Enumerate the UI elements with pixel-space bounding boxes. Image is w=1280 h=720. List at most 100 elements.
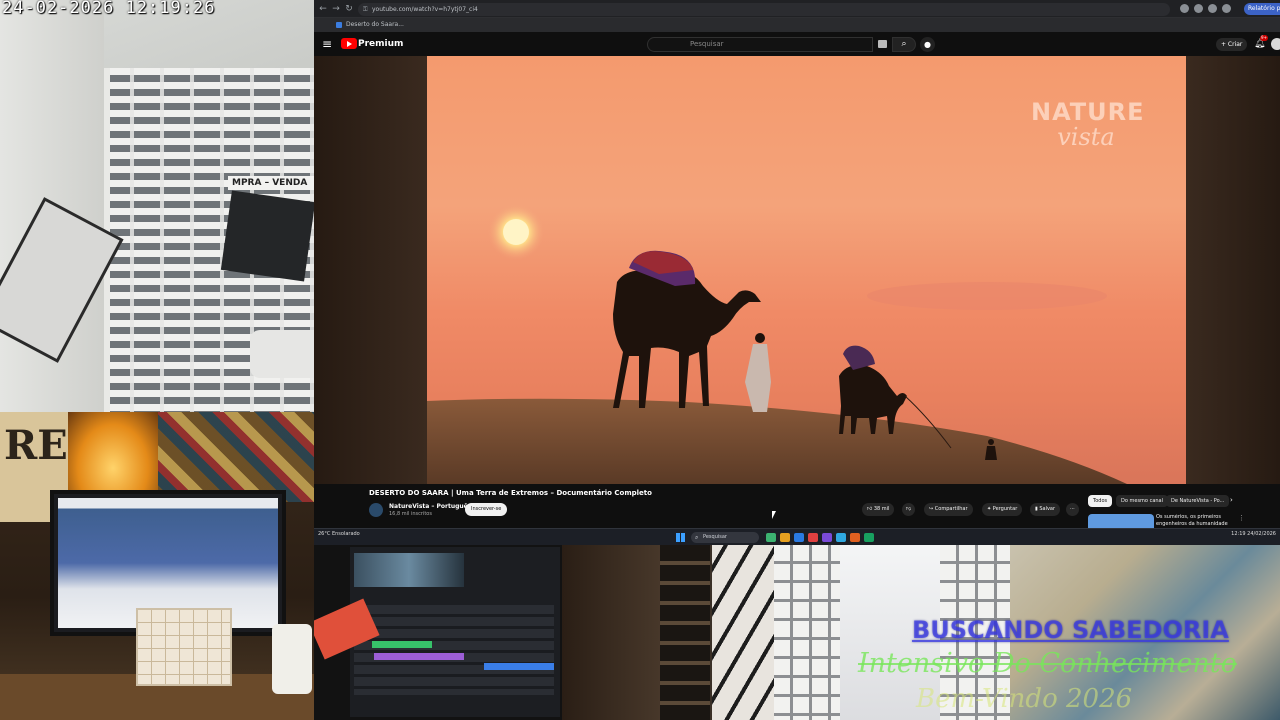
- taskbar-app-icon[interactable]: [766, 533, 776, 542]
- cctv-camera-feed: MPRA – VENDA 24-02-2026 12:19:26: [0, 0, 314, 412]
- search-icon[interactable]: ⌕: [892, 37, 916, 52]
- system-tray[interactable]: 12:19 24/02/2026: [1204, 531, 1276, 537]
- nature-vista-watermark: NATURE vista: [1031, 98, 1145, 151]
- screen-root: MPRA – VENDA 24-02-2026 12:19:26 REP ← →…: [0, 0, 1280, 720]
- extension-icon[interactable]: [1180, 4, 1189, 13]
- room-lamp: [68, 412, 158, 492]
- create-button[interactable]: + Criar: [1216, 38, 1248, 51]
- taskbar-app-icon[interactable]: [864, 533, 874, 542]
- mouse-cursor-icon: [772, 511, 776, 519]
- youtube-logo-icon[interactable]: [341, 38, 357, 49]
- youtube-header: ≡ Premium Pesquisar ⌕ ● + Criar 🔔︎ 9+: [314, 32, 1280, 56]
- profile-button[interactable]: Relatório pausado: [1244, 3, 1280, 15]
- video-player[interactable]: NATURE vista: [427, 56, 1186, 484]
- timeline-clip: [484, 663, 554, 670]
- subscribe-button[interactable]: Inscrever-se: [465, 503, 508, 516]
- hamburger-icon[interactable]: ≡: [322, 37, 332, 51]
- taskbar-app-icon[interactable]: [850, 533, 860, 542]
- editor-timeline: [354, 605, 554, 695]
- microphone-icon[interactable]: ●: [920, 37, 935, 52]
- watermark-line1: NATURE: [1031, 98, 1145, 126]
- chevron-right-icon[interactable]: ›: [1230, 496, 1233, 504]
- more-actions-button[interactable]: ···: [1066, 503, 1079, 516]
- cctv-sale-sign: MPRA – VENDA: [228, 176, 314, 190]
- player-ambient-left: [314, 56, 427, 484]
- studio-books: [660, 545, 710, 720]
- room-bottle: [272, 624, 312, 694]
- chip-naturevista[interactable]: De NatureVista - Po...: [1166, 495, 1230, 507]
- recommendation-thumbnail[interactable]: [1088, 514, 1154, 528]
- recommendation-title[interactable]: Os sumérios, os primeiros engenheiros da…: [1156, 514, 1236, 528]
- notification-badge: 9+: [1260, 35, 1268, 41]
- watermark-line2: vista: [1057, 123, 1115, 151]
- channel-avatar[interactable]: [369, 503, 383, 517]
- room-calendar: [136, 608, 232, 686]
- windows-start-icon[interactable]: [676, 533, 685, 542]
- back-icon[interactable]: ←: [317, 3, 329, 15]
- overlay-subtitle: Intensivo Do Conhecimento: [858, 648, 1237, 679]
- timeline-clip: [372, 641, 432, 648]
- share-button[interactable]: ↪ Compartilhar: [924, 503, 973, 516]
- save-button[interactable]: ▮ Salvar: [1030, 503, 1061, 516]
- extensions-puzzle-icon[interactable]: [1208, 4, 1217, 13]
- timeline-clip: [374, 653, 464, 660]
- editor-preview-window: [354, 553, 464, 587]
- avatar[interactable]: [1271, 38, 1280, 50]
- taskbar-search-placeholder: Pesquisar: [703, 534, 727, 540]
- chip-all[interactable]: Todos: [1088, 495, 1113, 507]
- chip-same-channel[interactable]: Do mesmo canal: [1116, 495, 1169, 507]
- haze-cloud: [867, 282, 1107, 310]
- camel-1: [613, 250, 761, 408]
- browser-window: ← → ↻ ⚿ youtube.com/watch?v=h7ytj07_ci4 …: [314, 0, 1280, 545]
- taskbar-app-icon[interactable]: [836, 533, 846, 542]
- ask-button[interactable]: ✦ Perguntar: [982, 503, 1023, 516]
- video-title: DESERTO DO SAARA | Uma Terra de Extremos…: [369, 489, 652, 497]
- bookmark-star-icon[interactable]: [1194, 4, 1203, 13]
- bookmarks-bar: Deserto do Saara...: [314, 18, 1280, 32]
- taskbar-app-icon[interactable]: [808, 533, 818, 542]
- player-ambient-right: [1186, 56, 1280, 484]
- address-bar[interactable]: ⚿ youtube.com/watch?v=h7ytj07_ci4: [358, 3, 1170, 16]
- weather-widget[interactable]: 26°C Ensolarado: [318, 531, 360, 537]
- editing-camera-feed: [314, 545, 562, 720]
- sand-dune: [427, 398, 1127, 484]
- tab-favicon-icon: [336, 22, 342, 28]
- studio-curtain: [712, 545, 774, 720]
- reload-icon[interactable]: ↻: [343, 3, 355, 15]
- windows-taskbar: 26°C Ensolarado ⌕ Pesquisar 12:19 24/02/…: [314, 528, 1280, 545]
- cctv-dark-laptop: [220, 190, 314, 282]
- video-info-bar: DESERTO DO SAARA | Uma Terra de Extremos…: [314, 484, 1280, 528]
- youtube-brand[interactable]: Premium: [358, 38, 403, 50]
- search-input[interactable]: Pesquisar: [647, 37, 873, 52]
- address-bar-url: youtube.com/watch?v=h7ytj07_ci4: [372, 6, 478, 13]
- save-label: Salvar: [1039, 506, 1056, 512]
- sun: [503, 219, 529, 245]
- subscriber-count: 16,8 mil inscritos: [389, 511, 432, 517]
- taskbar-apps: [766, 533, 874, 542]
- cctv-timestamp: 24-02-2026 12:19:26: [2, 0, 216, 18]
- ask-label: Perguntar: [992, 506, 1018, 512]
- taskbar-app-icon[interactable]: [794, 533, 804, 542]
- thumbs-up-icon: 👍︎: [867, 506, 874, 512]
- room-camera-feed: REP: [0, 412, 314, 720]
- studio-shelf: [562, 545, 670, 720]
- walking-man: [745, 333, 771, 412]
- lock-icon: ⚿: [363, 6, 368, 13]
- taskbar-search-input[interactable]: ⌕ Pesquisar: [691, 532, 759, 543]
- room-wall-art: [158, 412, 314, 502]
- keyboard-icon[interactable]: [878, 40, 887, 48]
- browser-tab[interactable]: Deserto do Saara...: [334, 20, 410, 30]
- profile-icon[interactable]: [1222, 4, 1231, 13]
- search-icon: ⌕: [695, 534, 699, 541]
- forward-icon[interactable]: →: [330, 3, 342, 15]
- dislike-button[interactable]: 👎︎: [902, 503, 916, 516]
- taskbar-app-icon[interactable]: [780, 533, 790, 542]
- browser-tab-title: Deserto do Saara...: [346, 21, 404, 28]
- browser-extension-icons: [1180, 4, 1231, 14]
- like-count: 38 mil: [873, 506, 890, 512]
- browser-toolbar: ← → ↻ ⚿ youtube.com/watch?v=h7ytj07_ci4 …: [314, 0, 1280, 18]
- taskbar-app-icon[interactable]: [822, 533, 832, 542]
- like-button[interactable]: 👍︎ 38 mil: [862, 503, 895, 516]
- share-label: Compartilhar: [934, 506, 968, 512]
- kebab-menu-icon[interactable]: ⋮: [1238, 514, 1245, 522]
